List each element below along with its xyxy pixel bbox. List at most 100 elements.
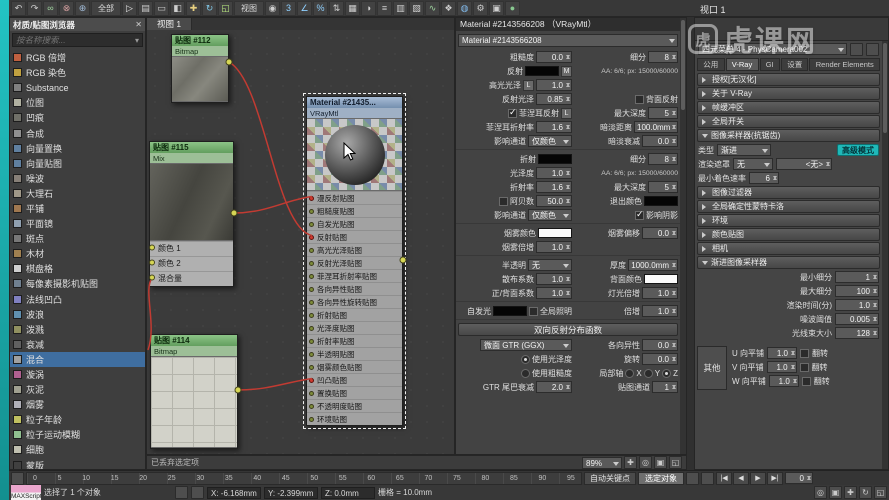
slot-dot-icon[interactable] [309, 339, 314, 344]
vray-input-slot[interactable]: 半透明贴图 [307, 347, 402, 360]
reflect-color-swatch[interactable] [525, 66, 559, 76]
affect-shadows-checkbox[interactable] [635, 211, 644, 220]
backface-reflect-checkbox[interactable] [635, 95, 644, 104]
selfillum-mult-spinner[interactable]: 1.0 [642, 305, 678, 317]
refract-affect-channels-dropdown[interactable]: 仅颜色 [528, 209, 572, 221]
material-list-item[interactable]: 漩涡 [10, 367, 145, 382]
parameter-scrollbar[interactable] [680, 18, 686, 454]
slot-dot-icon[interactable] [309, 274, 314, 279]
rotate-icon[interactable]: ↻ [202, 1, 217, 16]
vray-input-slot[interactable]: 不透明度贴图 [307, 399, 402, 412]
material-list-item[interactable]: 每像素摄影机贴图 [10, 276, 145, 291]
x-coordinate-field[interactable]: X: -6.168mm [207, 487, 261, 499]
slot-dot-icon[interactable] [309, 313, 314, 318]
material-list-item[interactable]: 烟雾 [10, 397, 145, 412]
scale-icon[interactable]: ◱ [218, 1, 233, 16]
flip-checkbox[interactable] [802, 377, 811, 386]
reflect-subdivs-spinner[interactable]: 8 [648, 51, 678, 63]
brdf-rollout-header[interactable]: 双向反射分布函数 [458, 323, 678, 336]
material-list-item[interactable]: 合成 [10, 125, 145, 140]
reflect-gloss-spinner[interactable]: 0.85 [536, 93, 572, 105]
use-roughness-radio[interactable] [521, 369, 530, 378]
key-filter-dropdown[interactable]: 选定对象 [638, 472, 684, 485]
rollout-progressive-sampler[interactable]: 渐进图像采样器 [697, 256, 880, 269]
material-list-item[interactable]: 木材 [10, 246, 145, 261]
mix-input-slot[interactable]: 混合量 [150, 271, 233, 286]
translucency-dropdown[interactable]: 无 [528, 259, 572, 271]
use-glossiness-radio[interactable] [521, 355, 530, 364]
vray-input-slot[interactable]: 粗糙度贴图 [307, 204, 402, 217]
chevron-down-icon[interactable]: ▾ [135, 36, 139, 45]
vray-input-slot[interactable]: 自发光贴图 [307, 217, 402, 230]
material-list-item[interactable]: 位图 [10, 95, 145, 110]
material-list-item[interactable]: 灰泥 [10, 382, 145, 397]
ior-spinner[interactable]: 1.6 [536, 181, 572, 193]
vray-input-slot[interactable]: 折射贴图 [307, 308, 402, 321]
bind-spacewarp-icon[interactable]: ⊕ [75, 1, 90, 16]
sampler-type-dropdown[interactable]: 渐进 [717, 144, 771, 156]
light-multiplier-spinner[interactable]: 1.0 [642, 287, 678, 299]
material-editor-icon[interactable]: ◍ [457, 1, 472, 16]
playback-button[interactable]: ▶| [767, 472, 783, 485]
orbit-icon[interactable]: ↻ [859, 486, 872, 499]
abbe-checkbox[interactable] [499, 197, 508, 206]
panel-scrollbar[interactable] [882, 41, 888, 469]
snap-toggle-icon[interactable]: 3 [281, 1, 296, 16]
pan-icon[interactable]: ✚ [844, 486, 857, 499]
ref-coord-dropdown[interactable]: 视图 [234, 1, 264, 16]
axis-z-radio[interactable] [662, 369, 671, 378]
slot-dot-icon[interactable] [309, 352, 314, 357]
slot-dot-icon[interactable] [309, 287, 314, 292]
material-list-item[interactable]: Substance [10, 80, 145, 95]
render-mask-dropdown[interactable]: 无 [733, 158, 773, 170]
gi-checkbox[interactable] [529, 307, 538, 316]
fresnel-lock-button[interactable]: L [561, 108, 572, 119]
fog-bias-spinner[interactable]: 0.0 [642, 227, 678, 239]
reflect-affect-channels-dropdown[interactable]: 仅颜色 [528, 135, 572, 147]
material-list-item[interactable]: 混合 [10, 352, 145, 367]
refract-color-swatch[interactable] [538, 154, 572, 164]
material-list-item[interactable]: 细胞 [10, 442, 145, 457]
back-color-swatch[interactable] [644, 274, 678, 284]
slot-dot-icon[interactable] [309, 261, 314, 266]
vray-input-slot[interactable]: 各向异性旋转贴图 [307, 295, 402, 308]
progressive-spinner[interactable]: 0.005 [835, 313, 879, 325]
selection-lock-icon[interactable] [191, 486, 204, 499]
advanced-mode-button[interactable]: 高级模式 [837, 144, 879, 156]
vray-input-slot[interactable]: 凹凸贴图 [307, 373, 402, 386]
tiling-spinner[interactable]: 1.0 [769, 375, 799, 387]
zoom-region-icon[interactable]: ▣ [829, 486, 842, 499]
selfillum-color-swatch[interactable] [493, 306, 527, 316]
material-list-item[interactable]: 斑点 [10, 231, 145, 246]
mini-curve-editor-button[interactable] [11, 472, 24, 485]
render-settings-tab[interactable]: 设置 [781, 58, 809, 71]
unlink-icon[interactable]: ⊗ [59, 1, 74, 16]
mix-input-slot[interactable]: 颜色 2 [150, 256, 233, 271]
rollout-header[interactable]: 全局确定性蒙特卡洛 [697, 200, 880, 213]
window-crossing-icon[interactable]: ◧ [170, 1, 185, 16]
progressive-spinner[interactable]: 128 [835, 327, 879, 339]
material-list-item[interactable]: 噪波 [10, 171, 145, 186]
key-filters-button[interactable] [701, 472, 714, 485]
fresnel-ior-spinner[interactable]: 1.6 [536, 121, 572, 133]
spinner-snap-icon[interactable]: ⇅ [329, 1, 344, 16]
rollout-header[interactable]: 图像过滤器 [697, 186, 880, 199]
render-production-icon[interactable]: ● [505, 1, 520, 16]
rollout-header[interactable]: 关于 V-Ray [697, 87, 880, 100]
material-list-item[interactable]: 向量贴图 [10, 156, 145, 171]
curve-editor-icon[interactable]: ∿ [425, 1, 440, 16]
refract-gloss-spinner[interactable]: 1.0 [536, 167, 572, 179]
current-frame-field[interactable]: 0 [785, 472, 813, 484]
vray-input-slot[interactable]: 菲涅耳折射率贴图 [307, 269, 402, 282]
render-button[interactable] [866, 43, 879, 56]
named-selection-icon[interactable]: ▦ [345, 1, 360, 16]
min-shading-rate-spinner[interactable]: 6 [749, 172, 779, 184]
zoom-extents-icon[interactable]: ◎ [814, 486, 827, 499]
fwd-back-coeff-spinner[interactable]: 1.0 [536, 287, 572, 299]
align-icon[interactable]: ≡ [377, 1, 392, 16]
dim-falloff-spinner[interactable]: 0.0 [642, 135, 678, 147]
slot-dot-icon[interactable] [309, 417, 314, 422]
slot-dot-icon[interactable] [309, 326, 314, 331]
fit-view-icon[interactable]: ◱ [669, 456, 682, 469]
slot-dot-icon[interactable] [309, 196, 314, 201]
